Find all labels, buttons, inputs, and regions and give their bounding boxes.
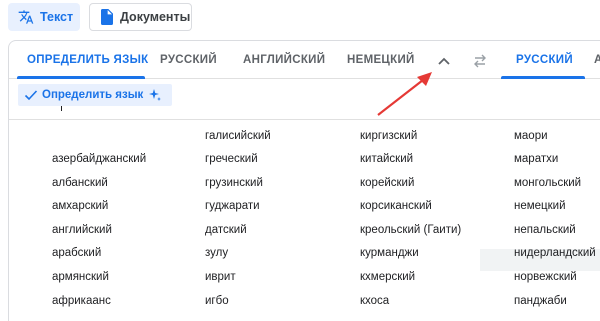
tab-detect-language[interactable]: ОПРЕДЕЛИТЬ ЯЗЫК — [27, 54, 148, 66]
language-item[interactable]: амхарский — [52, 195, 108, 217]
language-item[interactable]: непальский — [514, 219, 576, 241]
active-tab-indicator — [17, 76, 145, 79]
language-item[interactable]: арабский — [52, 242, 101, 264]
sparkle-icon — [149, 89, 162, 101]
swap-languages-button[interactable] — [469, 51, 491, 71]
language-item[interactable]: галисийский — [205, 125, 271, 147]
translate-icon — [18, 10, 34, 24]
language-item[interactable]: гуджарати — [205, 195, 260, 217]
docs-mode-button[interactable]: Документы — [89, 3, 192, 31]
language-item[interactable]: кхмерский — [360, 266, 415, 288]
swap-icon — [474, 54, 486, 68]
language-item[interactable]: корсиканский — [360, 195, 432, 217]
language-item[interactable]: норвежский — [514, 266, 577, 288]
detect-language-option[interactable]: Определить язык — [18, 84, 172, 106]
language-item[interactable]: кхоса — [360, 290, 389, 312]
language-item[interactable]: курманджи — [360, 242, 419, 264]
language-item[interactable]: иврит — [205, 266, 236, 288]
mode-bar: Текст Документы — [0, 0, 600, 38]
detect-language-label: Определить язык — [42, 89, 144, 101]
language-item[interactable]: датский — [205, 219, 247, 241]
language-item[interactable]: африкаанс — [52, 290, 111, 312]
language-item[interactable]: армянский — [52, 266, 109, 288]
tab-german[interactable]: НЕМЕЦКИЙ — [347, 54, 415, 66]
text-mode-button[interactable]: Текст — [8, 3, 80, 31]
collapse-languages-button[interactable] — [433, 51, 455, 71]
chevron-up-icon — [438, 57, 450, 65]
language-item[interactable]: зулу — [205, 242, 228, 264]
tab-russian[interactable]: РУССКИЙ — [160, 54, 217, 66]
docs-mode-label: Документы — [120, 10, 191, 24]
language-item[interactable]: немецкий — [514, 195, 566, 217]
language-item[interactable]: азербайджанский — [52, 148, 146, 170]
language-item[interactable]: китайский — [360, 148, 413, 170]
language-tabs: ОПРЕДЕЛИТЬ ЯЗЫК РУССКИЙ АНГЛИЙСКИЙ НЕМЕЦ… — [9, 41, 600, 79]
language-item[interactable]: нидерландский — [514, 242, 596, 264]
language-item[interactable]: корейский — [360, 172, 414, 194]
target-tab-russian[interactable]: РУССКИЙ — [516, 54, 573, 66]
language-item[interactable]: монгольский — [514, 172, 581, 194]
language-item[interactable]: албанский — [52, 172, 108, 194]
target-active-indicator — [501, 76, 585, 79]
language-item[interactable]: маратхи — [514, 148, 558, 170]
language-item[interactable]: греческий — [205, 148, 258, 170]
check-icon — [24, 90, 38, 101]
target-tab-partial[interactable]: А — [594, 54, 600, 66]
tab-english[interactable]: АНГЛИЙСКИЙ — [243, 54, 325, 66]
language-item[interactable]: игбо — [205, 290, 229, 312]
language-item[interactable]: креольский (Гаити) — [360, 219, 461, 241]
language-item[interactable]: грузинский — [205, 172, 263, 194]
language-item[interactable]: английский — [52, 219, 112, 241]
document-icon — [101, 9, 113, 25]
language-item[interactable]: киргизский — [360, 125, 417, 147]
text-mode-label: Текст — [40, 10, 74, 24]
language-item[interactable]: панджаби — [514, 290, 567, 312]
language-item[interactable]: маори — [514, 125, 548, 147]
